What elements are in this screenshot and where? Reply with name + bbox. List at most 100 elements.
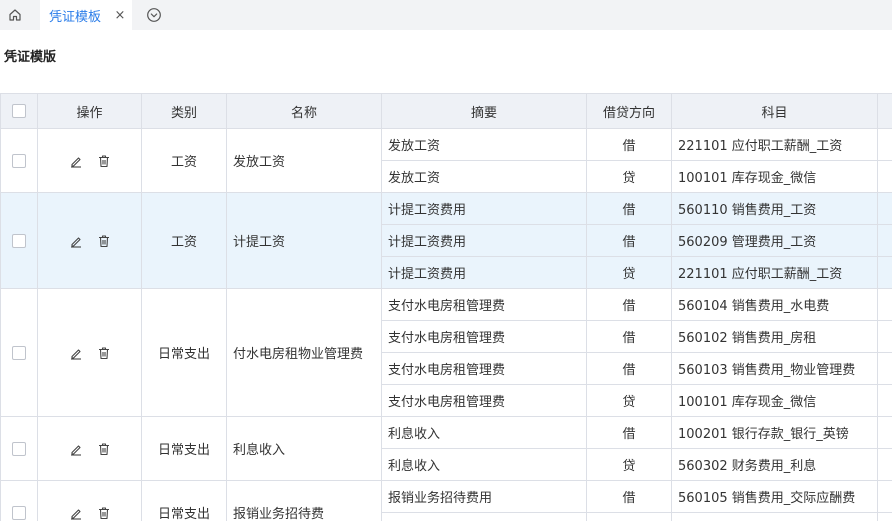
select-all-checkbox[interactable]	[12, 104, 26, 118]
summary-cell: 发放工资	[381, 160, 587, 193]
category-cell: 日常支出	[141, 416, 227, 481]
summary-cell: 支付水电房租管理费	[381, 320, 587, 353]
direction-cell: 借	[586, 288, 672, 321]
header-summary: 摘要	[381, 93, 587, 129]
extra-cell	[877, 384, 892, 417]
name-cell: 利息收入	[226, 416, 382, 481]
subject-cell: 221101 应付职工薪酬_工资	[671, 256, 878, 289]
row-select-cell	[0, 480, 38, 521]
row-checkbox[interactable]	[12, 153, 26, 168]
extra-cell	[877, 416, 892, 449]
page-title: 凭证模版	[4, 50, 57, 65]
name-cell: 计提工资	[226, 192, 382, 289]
edit-icon[interactable]	[69, 346, 83, 360]
summary-cell: 计提工资费用	[381, 224, 587, 257]
table-row: 日常支出 付水电房租物业管理费 支付水电房租管理费借 560104 销售费用_水电费	[0, 288, 892, 417]
edit-icon[interactable]	[69, 234, 83, 248]
row-select-cell	[0, 288, 38, 417]
tab-label: 凭证模板	[49, 9, 102, 25]
extra-cell	[877, 512, 892, 521]
table-header-row: 操作 类别 名称 摘要 借贷方向 科目	[0, 93, 892, 129]
subject-cell: 560105 销售费用_交际应酬费	[671, 480, 878, 513]
delete-icon[interactable]	[97, 346, 111, 360]
summary-cell: 发放工资	[381, 128, 587, 161]
category-cell: 工资	[141, 128, 227, 193]
name-cell: 发放工资	[226, 128, 382, 193]
subject-cell: 560302 财务费用_利息	[671, 448, 878, 481]
subject-cell: 560209 管理费用_工资	[671, 224, 878, 257]
delete-icon[interactable]	[97, 506, 111, 520]
header-select-all[interactable]	[0, 93, 38, 129]
extra-cell	[877, 480, 892, 513]
tab-dropdown-button[interactable]	[144, 5, 164, 25]
category-cell: 日常支出	[141, 288, 227, 417]
subject-cell: 560103 销售费用_物业管理费	[671, 352, 878, 385]
direction-cell: 借	[586, 128, 672, 161]
subject-cell: 100101 库存现金_微信	[671, 384, 878, 417]
direction-cell: 借	[586, 192, 672, 225]
direction-cell: 借	[586, 416, 672, 449]
header-direction: 借贷方向	[586, 93, 672, 129]
header-category: 类别	[141, 93, 227, 129]
summary-cell: 报销业务招待费用	[381, 512, 587, 521]
direction-cell: 贷	[586, 384, 672, 417]
subject-cell: 560110 销售费用_工资	[671, 192, 878, 225]
direction-cell: 借	[586, 480, 672, 513]
subject-cell: 560104 销售费用_水电费	[671, 288, 878, 321]
edit-icon[interactable]	[69, 442, 83, 456]
subject-cell: 560102 销售费用_房租	[671, 320, 878, 353]
direction-cell: 借	[586, 224, 672, 257]
direction-cell: 借	[586, 320, 672, 353]
direction-cell: 贷	[586, 448, 672, 481]
row-checkbox[interactable]	[12, 505, 26, 520]
header-op: 操作	[37, 93, 142, 129]
row-select-cell	[0, 192, 38, 289]
header-extra	[877, 93, 892, 129]
table-row: 工资 发放工资 发放工资借 221101 应付职工薪酬_工资	[0, 128, 892, 193]
edit-icon[interactable]	[69, 154, 83, 168]
name-cell: 付水电房租物业管理费	[226, 288, 382, 417]
extra-cell	[877, 160, 892, 193]
tab-bar: 凭证模板 ×	[0, 0, 892, 30]
summary-cell: 支付水电房租管理费	[381, 288, 587, 321]
direction-cell: 贷	[586, 512, 672, 521]
row-checkbox[interactable]	[12, 345, 26, 360]
delete-icon[interactable]	[97, 154, 111, 168]
header-name: 名称	[226, 93, 382, 129]
direction-cell: 贷	[586, 256, 672, 289]
header-subject: 科目	[671, 93, 878, 129]
extra-cell	[877, 448, 892, 481]
summary-cell: 支付水电房租管理费	[381, 384, 587, 417]
summary-cell: 计提工资费用	[381, 256, 587, 289]
delete-icon[interactable]	[97, 442, 111, 456]
close-icon[interactable]: ×	[113, 7, 127, 23]
table-row: 日常支出 报销业务招待费 报销业务招待费用借 560105 销售费用_交际应酬费	[0, 480, 892, 521]
subject-cell: 221101 应付职工薪酬_工资	[671, 128, 878, 161]
extra-cell	[877, 320, 892, 353]
edit-icon[interactable]	[69, 506, 83, 520]
row-select-cell	[0, 128, 38, 193]
row-select-cell	[0, 416, 38, 481]
row-checkbox[interactable]	[12, 233, 26, 248]
extra-cell	[877, 192, 892, 225]
summary-cell: 利息收入	[381, 448, 587, 481]
row-checkbox[interactable]	[12, 441, 26, 456]
voucher-template-table: 操作 类别 名称 摘要 借贷方向 科目 工资 发放工资 发放工资借 221101 应付…	[0, 93, 892, 521]
extra-cell	[877, 256, 892, 289]
home-tab[interactable]	[0, 0, 30, 30]
row-ops-cell	[37, 288, 142, 417]
table-row: 工资 计提工资 计提工资费用借 560110 销售费用_工资	[0, 192, 892, 289]
extra-cell	[877, 352, 892, 385]
tab-voucher-template[interactable]: 凭证模板 ×	[40, 0, 132, 30]
summary-cell: 支付水电房租管理费	[381, 352, 587, 385]
subject-cell: 100101 库存现金_微信	[671, 160, 878, 193]
row-ops-cell	[37, 480, 142, 521]
category-cell: 日常支出	[141, 480, 227, 521]
row-ops-cell	[37, 416, 142, 481]
subject-cell	[671, 512, 878, 521]
chevron-down-circle-icon	[147, 8, 161, 22]
delete-icon[interactable]	[97, 234, 111, 248]
category-cell: 工资	[141, 192, 227, 289]
extra-cell	[877, 288, 892, 321]
home-icon	[9, 9, 21, 21]
